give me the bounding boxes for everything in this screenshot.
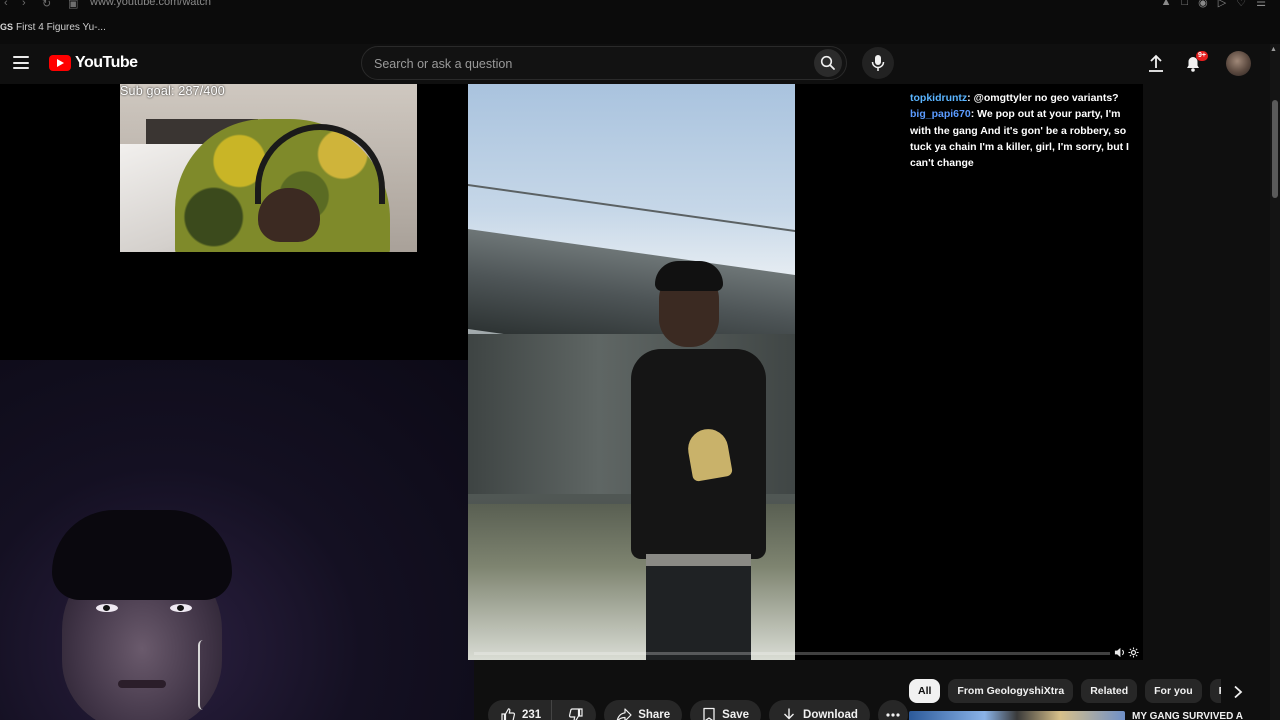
save-button[interactable]: Save bbox=[690, 700, 762, 720]
video-progress-bar[interactable] bbox=[474, 652, 1110, 655]
settings-icon[interactable] bbox=[1128, 647, 1139, 658]
recommended-video-thumbnail[interactable] bbox=[909, 711, 1125, 720]
artist-belt bbox=[646, 554, 751, 566]
extension-icon[interactable]: □ bbox=[1182, 0, 1189, 9]
search-icon bbox=[820, 55, 835, 70]
search-input[interactable] bbox=[374, 54, 794, 74]
save-label: Save bbox=[722, 709, 750, 720]
dislike-icon bbox=[569, 708, 583, 720]
reload-icon[interactable]: ↻ bbox=[42, 0, 51, 10]
youtube-logo-icon bbox=[49, 55, 71, 71]
reactor-hair bbox=[52, 510, 232, 600]
chip-related[interactable]: Related bbox=[1081, 679, 1138, 703]
more-actions-button[interactable] bbox=[877, 700, 908, 720]
chat-text: @omgttyler no geo variants? bbox=[973, 92, 1119, 104]
extension-icon[interactable]: ☰ bbox=[1256, 0, 1266, 9]
account-avatar[interactable] bbox=[1226, 51, 1251, 76]
extension-icon[interactable]: ▲ bbox=[1161, 0, 1172, 9]
mic-icon bbox=[871, 55, 885, 71]
chevron-right-icon bbox=[1234, 685, 1243, 699]
browser-tab[interactable]: GS First 4 Figures Yu-... bbox=[0, 20, 106, 34]
like-count: 231 bbox=[522, 709, 542, 720]
chat-message: big_papi670: We pop out at your party, I… bbox=[910, 108, 1129, 169]
back-icon[interactable]: ‹ bbox=[4, 0, 8, 9]
chat-username: topkidruntz bbox=[910, 92, 968, 104]
sub-goal-text: Sub goal: 287/400 bbox=[120, 84, 225, 98]
recommendation-chips: All From GeologyshiXtra Related For you … bbox=[909, 679, 1221, 703]
artist-pants bbox=[646, 559, 751, 660]
save-icon bbox=[703, 707, 715, 720]
chips-next-button[interactable] bbox=[1226, 680, 1250, 704]
artist bbox=[631, 261, 766, 660]
scrollbar-thumb[interactable] bbox=[1272, 100, 1278, 198]
browser-toolbar: ‹ › ↻ ▣ www.youtube.com/watch ▲ □ ◉ ▷ ♡ … bbox=[0, 0, 1280, 44]
tab-title: First 4 Figures Yu-... bbox=[16, 21, 106, 33]
reaction-webcam bbox=[0, 360, 474, 720]
artist-hair bbox=[655, 261, 723, 291]
masthead: YouTube 9+ bbox=[0, 44, 1280, 84]
extension-icon[interactable]: ▷ bbox=[1218, 0, 1226, 9]
reactor-eye bbox=[170, 604, 192, 612]
notification-badge: 9+ bbox=[1196, 51, 1208, 61]
extension-icon[interactable]: ◉ bbox=[1198, 0, 1208, 9]
chip-all[interactable]: All bbox=[909, 679, 941, 703]
streamer-face bbox=[258, 188, 320, 242]
volume-icon[interactable] bbox=[1114, 647, 1125, 658]
search-box bbox=[361, 46, 847, 80]
music-video-frame bbox=[468, 84, 795, 660]
dislike-button[interactable] bbox=[558, 700, 596, 720]
more-icon bbox=[886, 713, 900, 717]
chat-message: topkidruntz: @omgttyler no geo variants? bbox=[910, 92, 1119, 104]
chip-recently-uploaded[interactable]: Re bbox=[1209, 679, 1221, 703]
page-scrollbar[interactable]: ▲ bbox=[1270, 44, 1280, 720]
extension-icon[interactable]: ♡ bbox=[1236, 0, 1246, 9]
extension-icons: ▲ □ ◉ ▷ ♡ ☰ bbox=[1161, 0, 1266, 9]
menu-icon[interactable] bbox=[13, 56, 29, 69]
chat-username: big_papi670 bbox=[910, 108, 971, 121]
scroll-up-icon[interactable]: ▲ bbox=[1270, 46, 1277, 53]
streamer-camera-overlay bbox=[120, 84, 417, 252]
share-icon bbox=[616, 708, 632, 720]
share-button[interactable]: Share bbox=[604, 700, 683, 720]
voice-search-button[interactable] bbox=[862, 47, 894, 79]
share-label: Share bbox=[638, 709, 671, 720]
search-button[interactable] bbox=[814, 49, 842, 77]
download-icon bbox=[784, 708, 795, 720]
site-info-icon[interactable]: ▣ bbox=[68, 0, 78, 10]
download-button[interactable]: Download bbox=[769, 700, 870, 720]
like-button[interactable]: 231 bbox=[488, 700, 553, 720]
reactor-eye bbox=[96, 604, 118, 612]
like-icon bbox=[501, 708, 516, 720]
forward-icon[interactable]: › bbox=[22, 0, 26, 9]
download-label: Download bbox=[803, 709, 858, 720]
video-actions: 231 Share Save Download bbox=[488, 700, 908, 720]
chat-overlay: topkidruntz: @omgttyler no geo variants?… bbox=[910, 90, 1142, 171]
address-bar[interactable]: www.youtube.com/watch bbox=[90, 0, 211, 8]
chip-from-channel[interactable]: From GeologyshiXtra bbox=[948, 679, 1074, 703]
youtube-logo-text: YouTube bbox=[75, 54, 138, 71]
reactor-mouth bbox=[118, 680, 166, 688]
earphone-wire bbox=[198, 640, 208, 710]
address-row: ‹ › ↻ ▣ www.youtube.com/watch ▲ □ ◉ ▷ ♡ … bbox=[0, 0, 1280, 14]
like-dislike-group: 231 bbox=[488, 700, 597, 720]
chip-for-you[interactable]: For you bbox=[1145, 679, 1202, 703]
youtube-logo[interactable]: YouTube bbox=[49, 54, 138, 72]
recommended-video-title[interactable]: MY GANG SURVIVED A bbox=[1132, 711, 1243, 720]
upload-icon[interactable] bbox=[1146, 53, 1166, 73]
tab-favicon-icon: GS bbox=[0, 22, 14, 32]
